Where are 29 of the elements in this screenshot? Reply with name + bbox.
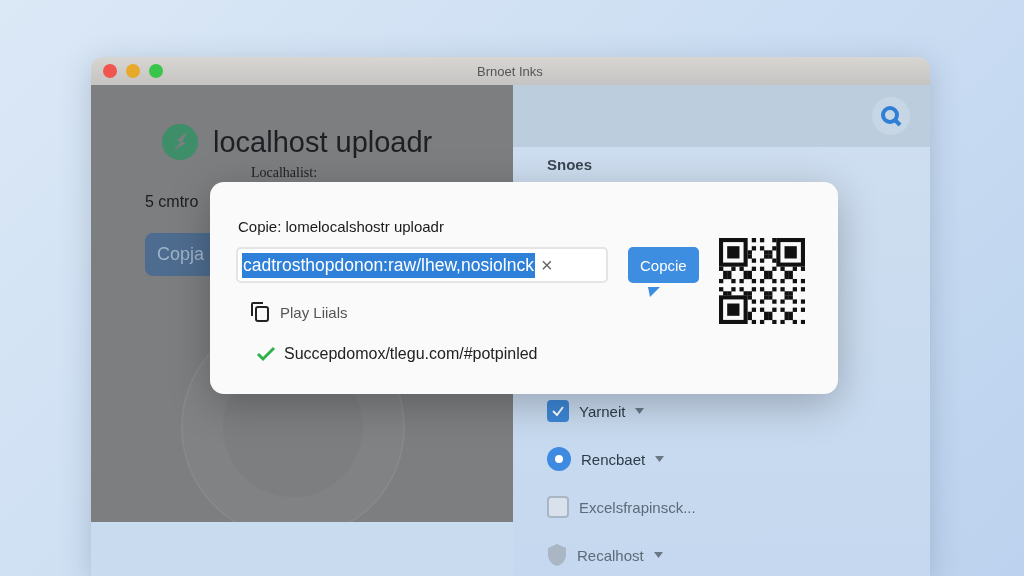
clear-button[interactable]: × (540, 255, 553, 275)
checkmark-icon (256, 346, 276, 362)
caret-icon[interactable] (653, 552, 663, 558)
caret-icon[interactable] (635, 408, 645, 414)
window-title: Brnoet Inks (477, 64, 543, 79)
radio-icon[interactable] (547, 447, 571, 471)
close-button[interactable] (103, 64, 117, 78)
search-button[interactable] (872, 97, 910, 135)
option-label[interactable]: Play Liials (280, 303, 348, 321)
search-icon (879, 104, 903, 128)
checkbox-icon[interactable] (547, 400, 569, 422)
count-label: 5 cmtro (145, 193, 200, 211)
subtitle: Localhalist: (251, 165, 319, 181)
list-item[interactable]: Recalhost (577, 546, 644, 564)
link-field[interactable]: cadtrosthopdonon:raw/lhew,nosiolnck × (236, 247, 608, 283)
bubble-tail-icon (648, 287, 660, 297)
dialog-title: Copie: lomelocalshostr uploadr (238, 218, 445, 235)
list-item[interactable]: Yarneit (579, 402, 626, 420)
status-message: Succepdomox/tlegu.com/#potpinled (284, 345, 538, 363)
logo-icon (161, 123, 199, 161)
shield-icon (547, 543, 567, 567)
section-heading: Snoes (547, 156, 592, 173)
copy-button[interactable]: Copcie (628, 247, 699, 283)
list-item[interactable]: Excelsfrapinsck... (579, 498, 696, 516)
copy-icon[interactable] (250, 301, 270, 323)
list-item[interactable]: Rencbaet (581, 450, 646, 468)
app-title: localhost uploadr (213, 125, 433, 159)
square-icon (547, 496, 569, 518)
caret-icon[interactable] (655, 456, 665, 462)
